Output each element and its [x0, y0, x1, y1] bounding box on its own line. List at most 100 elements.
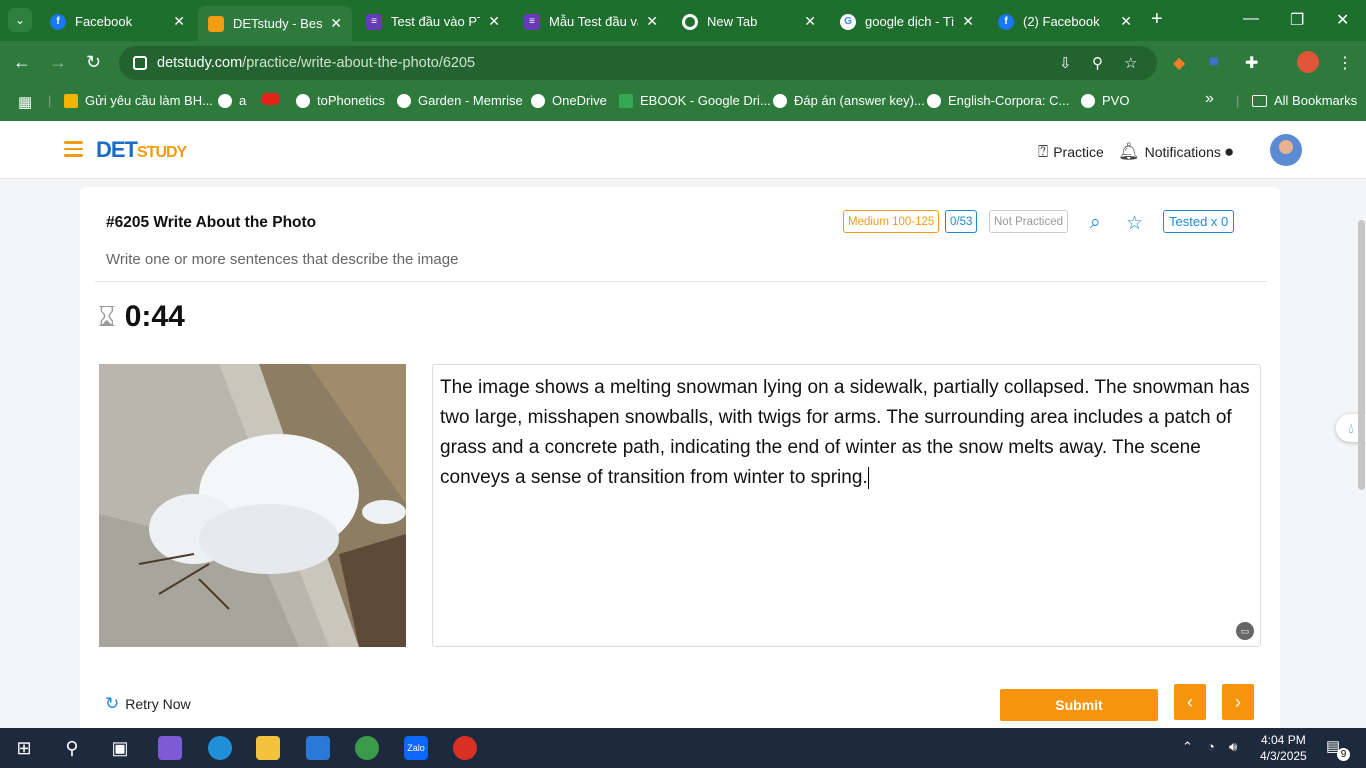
zalo-icon[interactable]: Zalo [404, 736, 428, 760]
question-bubble-icon: ⍰ [1038, 142, 1049, 161]
close-icon[interactable]: ✕ [646, 13, 658, 30]
metamask-extension-icon[interactable]: ◆ [1173, 53, 1185, 73]
question-title: #6205 Write About the Photo [106, 214, 317, 231]
tab-test-pte[interactable]: ≡ Test đầu vào PTE ✕ [356, 6, 510, 37]
bookmark-item[interactable]: Gửi yêu cầu làm BH... [64, 93, 213, 108]
wifi-icon[interactable]: ◔ [1207, 739, 1215, 754]
notifications-label: Notifications [1144, 144, 1221, 160]
close-icon[interactable]: ✕ [488, 13, 500, 30]
globe-icon: ● [1224, 142, 1235, 161]
tab-title: New Tab [707, 14, 758, 29]
file-explorer-icon[interactable] [256, 736, 280, 760]
star-icon[interactable]: ☆ [1126, 212, 1143, 235]
practice-link[interactable]: ⍰ Practice [1038, 142, 1104, 162]
difficulty-badge: Medium 100-125 [843, 210, 940, 233]
close-icon[interactable]: ✕ [173, 13, 185, 30]
tested-count-button[interactable]: Tested x 0 [1163, 210, 1235, 233]
task-view-icon[interactable]: ▣ [108, 736, 132, 760]
volume-icon[interactable]: 🔊︎ [1229, 739, 1237, 755]
bookmark-item[interactable]: toPhonetics [296, 93, 385, 108]
folder-icon [1252, 94, 1267, 107]
close-icon[interactable]: ✕ [804, 13, 816, 30]
bookmark-item[interactable]: Garden - Memrise [397, 93, 523, 108]
user-avatar[interactable] [1270, 134, 1302, 166]
app-icon[interactable] [355, 736, 379, 760]
close-icon[interactable]: ✕ [330, 15, 342, 32]
bookmark-item[interactable] [262, 93, 286, 105]
forward-icon[interactable]: → [49, 52, 67, 73]
browser-toolbar: ← → ↻ detstudy.com/practice/write-about-… [0, 41, 1366, 84]
retry-button[interactable]: ↻ Retry Now [105, 694, 191, 714]
site-header: DETSTUDY ⍰ Practice 🔔︎ Notifications ● [0, 121, 1366, 179]
detstudy-icon [208, 15, 224, 32]
logo-main-text: DET [96, 137, 138, 162]
system-clock[interactable]: 4:04 PM 4/3/2025 [1260, 732, 1307, 764]
notifications-link[interactable]: 🔔︎ Notifications [1118, 142, 1221, 162]
analytics-search-icon[interactable]: ⌕ [1090, 212, 1101, 234]
tab-mau-test[interactable]: ≡ Mẫu Test đầu vào ✕ [514, 6, 668, 37]
status-badge: Not Practiced [989, 210, 1069, 233]
language-button[interactable]: ● [1224, 142, 1239, 162]
close-icon[interactable]: ✕ [1120, 13, 1132, 30]
bookmark-item[interactable]: a [218, 93, 246, 108]
menu-dots-icon[interactable]: ⋮ [1337, 53, 1353, 73]
tab-facebook[interactable]: f Facebook ✕ [40, 6, 195, 37]
answer-textarea[interactable]: The image shows a melting snowman lying … [432, 364, 1261, 647]
all-bookmarks-button[interactable]: All Bookmarks [1252, 93, 1357, 108]
copilot-icon[interactable] [158, 736, 182, 760]
bookmark-item[interactable]: English-Corpora: C... [927, 93, 1069, 108]
next-button[interactable]: › [1222, 684, 1254, 720]
detstudy-logo[interactable]: DETSTUDY [96, 137, 187, 163]
chrome-icon[interactable] [453, 736, 477, 760]
edge-icon[interactable] [208, 736, 232, 760]
tab-facebook-2[interactable]: f (2) Facebook ✕ [988, 6, 1142, 37]
windows-start-icon[interactable]: ⊞ [12, 736, 36, 760]
close-window-button[interactable]: ✕ [1336, 10, 1349, 30]
restore-button[interactable]: ❐ [1290, 10, 1304, 30]
extensions-puzzle-icon[interactable]: ✚ [1245, 53, 1258, 73]
tab-title: google dịch - Tìm [865, 14, 955, 29]
submit-button[interactable]: Submit [1000, 689, 1158, 721]
search-icon[interactable]: ⚲ [60, 736, 84, 760]
new-tab-button[interactable]: + [1151, 8, 1163, 31]
hamburger-menu-icon[interactable] [64, 141, 83, 157]
install-app-icon[interactable]: ⇩ [1059, 54, 1072, 72]
bookmark-label: EBOOK - Google Dri... [640, 93, 771, 108]
tab-title: Facebook [75, 14, 133, 29]
minimize-button[interactable]: — [1243, 10, 1259, 28]
bookmark-star-icon[interactable]: ☆ [1124, 54, 1137, 72]
bookmark-label: a [239, 93, 247, 108]
tray-chevron-icon[interactable]: ⌃ [1182, 739, 1193, 755]
profile-avatar[interactable] [1297, 51, 1319, 73]
store-icon[interactable] [306, 736, 330, 760]
zoom-icon[interactable]: ⚲ [1092, 54, 1103, 72]
bookmarks-bar: ▦ | Gửi yêu cầu làm BH... a toPhonetics … [0, 84, 1366, 121]
all-bookmarks-label: All Bookmarks [1274, 93, 1358, 108]
clock-date: 4/3/2025 [1260, 749, 1307, 763]
tab-detstudy[interactable]: DETstudy - Best ✕ [198, 6, 352, 41]
bookmark-item[interactable]: OneDrive [531, 93, 607, 108]
close-icon[interactable]: ✕ [962, 13, 974, 30]
tab-new-tab[interactable]: New Tab ✕ [672, 6, 826, 37]
bookmark-item[interactable]: PVO [1081, 93, 1129, 108]
url-text: detstudy.com/practice/write-about-the-ph… [157, 55, 476, 71]
extension-icon[interactable]: ■ [1209, 53, 1219, 71]
bookmark-item[interactable]: EBOOK - Google Dri... [619, 93, 771, 108]
previous-button[interactable]: ‹ [1174, 684, 1206, 720]
globe-icon [1081, 93, 1095, 108]
question-photo [99, 364, 406, 647]
reload-icon[interactable]: ↻ [86, 52, 101, 73]
resize-handle-icon[interactable]: ▭ [1236, 622, 1254, 640]
bookmark-label: PVO [1102, 93, 1130, 108]
tab-search-button[interactable]: ⌄ [8, 8, 32, 32]
bookmark-item[interactable]: Đáp án (answer key)... [773, 93, 925, 108]
page-scrollbar[interactable] [1358, 220, 1365, 490]
globe-icon [218, 93, 232, 108]
address-bar[interactable]: detstudy.com/practice/write-about-the-ph… [119, 46, 1157, 80]
back-icon[interactable]: ← [13, 52, 31, 73]
apps-grid-icon[interactable]: ▦ [18, 93, 32, 111]
tab-google-dich[interactable]: G google dịch - Tìm ✕ [830, 6, 984, 37]
facebook-icon: f [50, 13, 66, 30]
site-info-icon[interactable] [133, 56, 147, 70]
more-bookmarks-button[interactable]: » [1205, 90, 1214, 108]
